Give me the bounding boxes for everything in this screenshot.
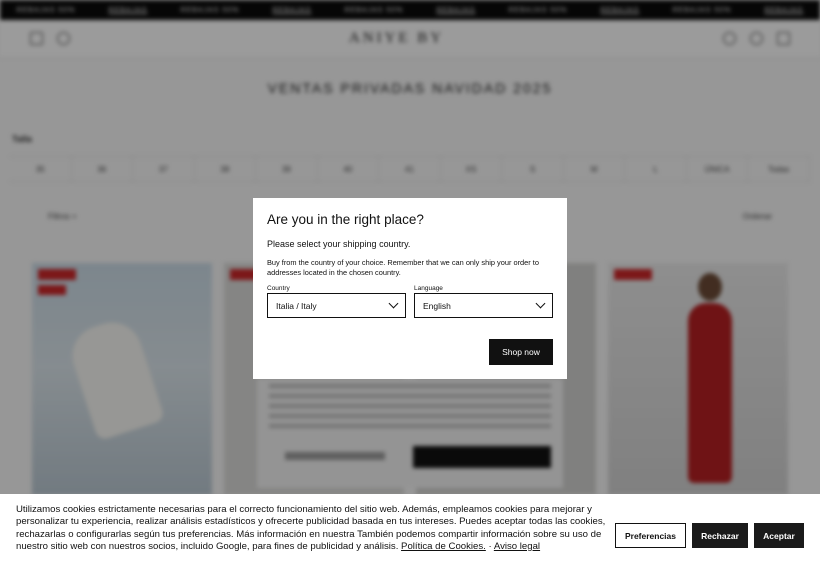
country-selector-modal: Are you in the right place? Please selec…	[253, 198, 567, 379]
cookie-reject-button[interactable]: Rechazar	[692, 523, 748, 548]
cookie-preferences-button[interactable]: Preferencias	[615, 523, 686, 548]
language-label: Language	[414, 285, 443, 292]
legal-notice-link[interactable]: Aviso legal	[494, 541, 540, 552]
chevron-down-icon	[535, 298, 546, 309]
modal-subtitle: Please select your shipping country.	[267, 239, 411, 249]
link-separator: ·	[485, 540, 494, 552]
modal-note: Buy from the country of your choice. Rem…	[267, 258, 539, 277]
language-select[interactable]: English	[414, 293, 553, 318]
cookie-policy-link[interactable]: Política de Cookies.	[401, 541, 486, 552]
cookie-banner: Utilizamos cookies estrictamente necesar…	[0, 494, 820, 577]
modal-title: Are you in the right place?	[267, 212, 424, 227]
country-value: Italia / Italy	[276, 300, 317, 311]
language-value: English	[423, 300, 451, 311]
cookie-accept-button[interactable]: Aceptar	[754, 523, 804, 548]
country-select[interactable]: Italia / Italy	[267, 293, 406, 318]
shop-now-button[interactable]: Shop now	[489, 339, 553, 365]
cookie-text: Utilizamos cookies estrictamente necesar…	[16, 504, 606, 553]
country-label: Country	[267, 285, 290, 292]
chevron-down-icon	[388, 298, 399, 309]
